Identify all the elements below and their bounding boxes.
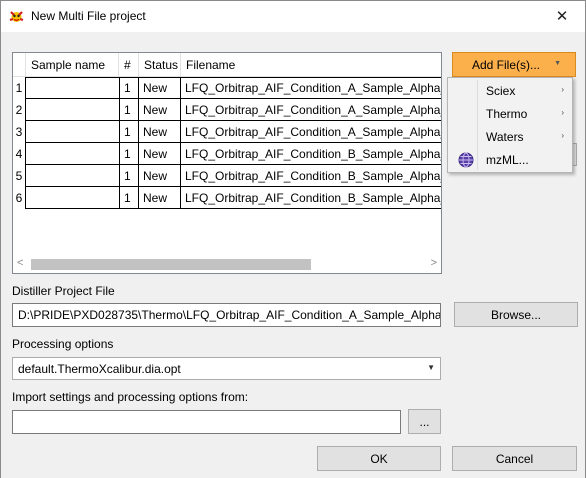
- close-icon: ✕: [555, 8, 569, 25]
- menu-item-label: Waters: [486, 130, 524, 144]
- filename-cell[interactable]: LFQ_Orbitrap_AIF_Condition_B_Sample_Alph…: [181, 143, 441, 165]
- sample-name-cell[interactable]: [25, 143, 120, 165]
- number-cell[interactable]: 1: [120, 77, 139, 99]
- scroll-right-arrow-icon[interactable]: >: [431, 257, 437, 269]
- status-cell[interactable]: New: [139, 187, 181, 209]
- menu-item-waters[interactable]: Waters ›: [450, 126, 570, 148]
- menu-item-label: Thermo: [486, 107, 528, 121]
- scroll-left-arrow-icon[interactable]: <: [17, 257, 23, 269]
- sample-name-cell[interactable]: [25, 187, 120, 209]
- row-header[interactable]: 4: [13, 143, 25, 165]
- row-header[interactable]: 6: [13, 187, 25, 209]
- submenu-arrow-icon: ›: [561, 131, 564, 140]
- status-cell[interactable]: New: [139, 121, 181, 143]
- project-file-input[interactable]: D:\PRIDE\PXD028735\Thermo\LFQ_Orbitrap_A…: [12, 303, 441, 327]
- filename-cell[interactable]: LFQ_Orbitrap_AIF_Condition_B_Sample_Alph…: [181, 165, 441, 187]
- window-title: New Multi File project: [31, 9, 146, 23]
- title-bar: New Multi File project ✕: [1, 1, 585, 32]
- status-cell[interactable]: New: [139, 165, 181, 187]
- import-settings-label: Import settings and processing options f…: [12, 390, 249, 404]
- status-cell[interactable]: New: [139, 99, 181, 121]
- filename-cell[interactable]: LFQ_Orbitrap_AIF_Condition_A_Sample_Alph…: [181, 121, 441, 143]
- number-cell[interactable]: 1: [120, 165, 139, 187]
- number-cell[interactable]: 1: [120, 121, 139, 143]
- new-multi-file-project-dialog: New Multi File project ✕ Sample name # S…: [0, 0, 586, 478]
- filename-cell[interactable]: LFQ_Orbitrap_AIF_Condition_B_Sample_Alph…: [181, 187, 441, 209]
- sample-name-cell[interactable]: [25, 165, 120, 187]
- import-settings-input[interactable]: [12, 410, 401, 434]
- status-cell[interactable]: New: [139, 143, 181, 165]
- filename-cell[interactable]: LFQ_Orbitrap_AIF_Condition_A_Sample_Alph…: [181, 77, 441, 99]
- horizontal-scrollbar[interactable]: < >: [13, 255, 441, 273]
- number-cell[interactable]: 1: [120, 187, 139, 209]
- sample-name-cell[interactable]: [25, 77, 120, 99]
- add-files-menu: Sciex › Thermo › Waters › mzML...: [447, 77, 573, 173]
- mascot-app-icon: [9, 11, 24, 22]
- status-cell[interactable]: New: [139, 77, 181, 99]
- row-header[interactable]: 2: [13, 99, 25, 121]
- menu-item-mzml[interactable]: mzML...: [450, 149, 570, 171]
- column-header-status[interactable]: Status: [139, 53, 181, 77]
- close-button[interactable]: ✕: [539, 1, 585, 31]
- filename-cell[interactable]: LFQ_Orbitrap_AIF_Condition_A_Sample_Alph…: [181, 99, 441, 121]
- menu-item-label: Sciex: [486, 84, 516, 98]
- processing-options-select[interactable]: default.ThermoXcalibur.dia.opt ▼: [12, 357, 441, 380]
- dropdown-arrow-icon[interactable]: ▼: [554, 60, 561, 67]
- add-files-label: Add File(s)...: [472, 57, 541, 72]
- submenu-arrow-icon: ›: [561, 108, 564, 117]
- menu-item-sciex[interactable]: Sciex ›: [450, 80, 570, 102]
- import-browse-button[interactable]: ...: [408, 409, 441, 434]
- cancel-button[interactable]: Cancel: [452, 446, 577, 471]
- scrollbar-thumb[interactable]: [31, 259, 311, 270]
- files-table[interactable]: Sample name # Status Filename 1 1 New LF…: [12, 52, 442, 274]
- column-header-number[interactable]: #: [119, 53, 139, 77]
- sample-name-cell[interactable]: [25, 99, 120, 121]
- browse-button[interactable]: Browse...: [454, 302, 578, 327]
- add-files-button[interactable]: Add File(s)... ▼: [452, 52, 576, 77]
- column-header-filename[interactable]: Filename: [181, 53, 441, 77]
- table-corner-header: [13, 53, 26, 77]
- ok-button[interactable]: OK: [317, 446, 441, 471]
- sample-name-cell[interactable]: [25, 121, 120, 143]
- row-header[interactable]: 1: [13, 77, 25, 99]
- chevron-down-icon: ▼: [427, 363, 435, 372]
- mzml-globe-icon: [458, 152, 474, 168]
- submenu-arrow-icon: ›: [561, 85, 564, 94]
- row-header[interactable]: 5: [13, 165, 25, 187]
- menu-item-thermo[interactable]: Thermo ›: [450, 103, 570, 125]
- processing-options-label: Processing options: [12, 337, 114, 351]
- column-header-sample-name[interactable]: Sample name: [26, 53, 119, 77]
- row-header[interactable]: 3: [13, 121, 25, 143]
- number-cell[interactable]: 1: [120, 99, 139, 121]
- dialog-body: Sample name # Status Filename 1 1 New LF…: [1, 32, 585, 478]
- menu-item-label: mzML...: [486, 153, 529, 167]
- project-file-label: Distiller Project File: [12, 284, 115, 298]
- processing-options-value: default.ThermoXcalibur.dia.opt: [18, 361, 181, 376]
- number-cell[interactable]: 1: [120, 143, 139, 165]
